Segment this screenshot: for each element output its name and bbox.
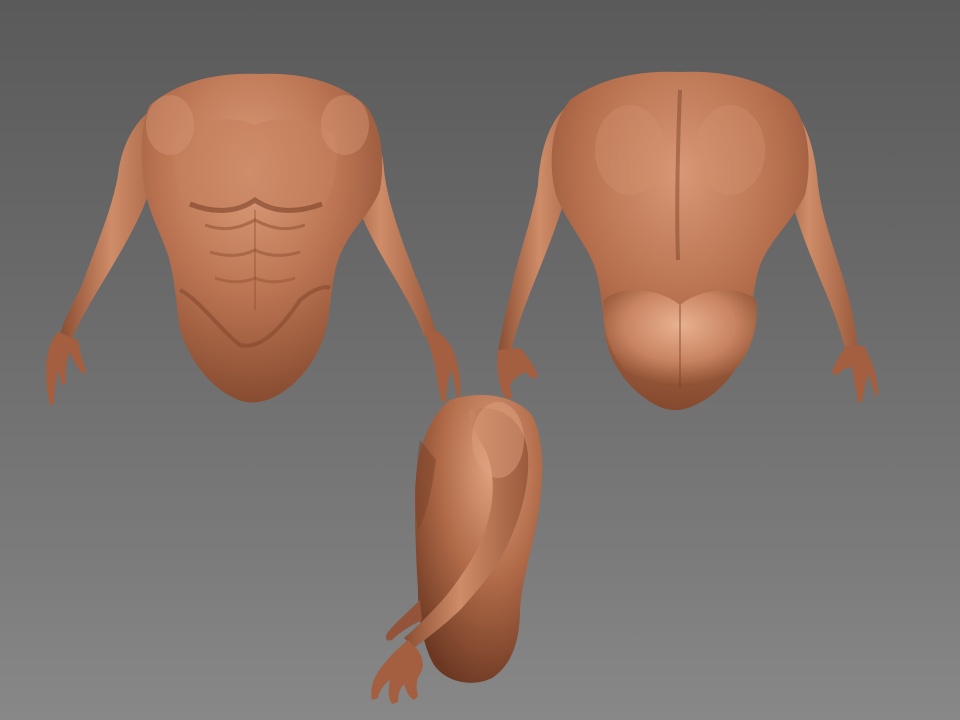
side-torso-view xyxy=(371,395,543,704)
back-right-hand xyxy=(832,346,878,402)
back-torso-view xyxy=(497,71,878,411)
front-pectorals xyxy=(173,119,337,210)
front-left-hand xyxy=(46,332,86,405)
front-torso-view xyxy=(46,73,461,405)
back-left-hand xyxy=(497,348,538,399)
render-viewport xyxy=(0,0,960,720)
sculpt-render xyxy=(46,71,878,704)
side-hand xyxy=(371,640,423,704)
front-right-hand xyxy=(424,330,461,402)
